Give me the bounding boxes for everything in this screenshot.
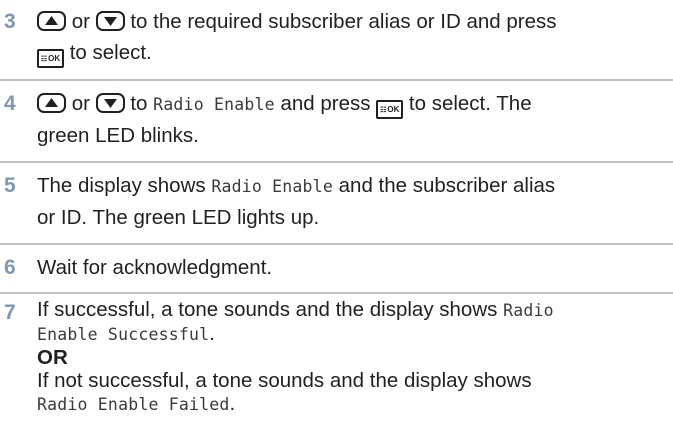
menu-ok-key-icon: ☷OK — [376, 100, 404, 119]
step-text: If successful, a tone sounds and the dis… — [37, 298, 667, 416]
menu-ok-key-icon: ☷OK — [37, 49, 64, 68]
step-line-2: or ID. The green LED lights up. — [37, 206, 320, 229]
display-text: Radio Enable Failed — [37, 395, 230, 414]
display-text: Radio — [503, 301, 554, 320]
step-text: or to the required subscriber alias or I… — [37, 6, 667, 68]
or-text: or — [71, 10, 90, 33]
step-instruction: and press — [280, 92, 371, 115]
step-instruction: to the required subscriber alias or ID a… — [130, 10, 557, 33]
step-instruction: Wait for acknowledgment. — [37, 256, 273, 279]
or-label: OR — [37, 346, 68, 369]
up-arrow-key-icon — [37, 11, 66, 31]
display-text: Radio Enable — [211, 177, 333, 196]
step-number: 5 — [4, 174, 16, 197]
down-arrow-key-icon — [95, 11, 125, 31]
step-line-2: green LED blinks. — [37, 124, 199, 147]
step-text: The display shows Radio Enable and the s… — [37, 170, 667, 233]
step-text: Wait for acknowledgment. — [37, 252, 667, 283]
separator — [0, 161, 673, 163]
step-instruction-end: to select. The — [408, 92, 532, 115]
down-arrow-key-icon — [95, 93, 125, 113]
step-text-part-1: The display shows — [37, 174, 206, 197]
separator — [0, 243, 673, 245]
step-line-1: If successful, a tone sounds and the dis… — [37, 298, 498, 321]
period: . — [229, 392, 236, 415]
separator — [0, 79, 673, 81]
step-number: 6 — [4, 256, 16, 279]
step-line-4: If not successful, a tone sounds and the… — [37, 369, 532, 392]
step-instruction-end: to select. — [69, 41, 152, 64]
step-number: 4 — [4, 92, 16, 115]
step-text: or to Radio Enable and press ☷OK to sele… — [37, 88, 667, 151]
or-text: or — [71, 92, 90, 115]
up-arrow-key-icon — [37, 93, 66, 113]
display-text: Enable Successful — [37, 325, 210, 344]
to-text: to — [130, 92, 148, 115]
step-number: 7 — [4, 301, 16, 324]
display-text: Radio Enable — [153, 95, 275, 114]
step-text-part-2: and the subscriber alias — [338, 174, 556, 197]
separator — [0, 292, 673, 294]
period: . — [209, 322, 215, 345]
step-number: 3 — [4, 10, 16, 33]
